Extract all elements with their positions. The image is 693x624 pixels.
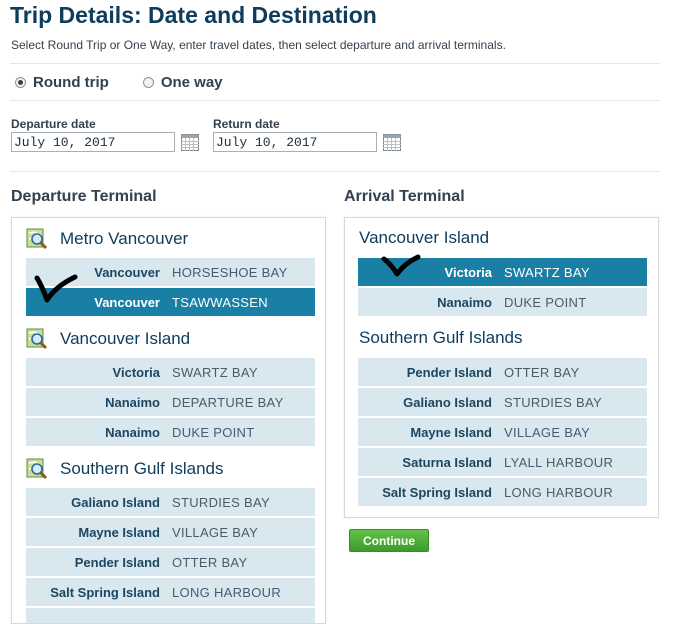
departure-terminal-title: Departure Terminal [11, 188, 157, 205]
terminal-name: LYALL HARBOUR [504, 454, 614, 470]
city-name: Mayne Island [78, 524, 160, 540]
departure-terminal-panel: Metro Vancouver Vancouver HORSESHOE BAY … [11, 217, 326, 624]
terminal-name: VILLAGE BAY [504, 424, 591, 440]
city-name: Mayne Island [410, 424, 492, 440]
terminal-row[interactable]: Galiano Island STURDIES BAY [26, 488, 315, 516]
terminal-name: DEPARTURE BAY [172, 394, 284, 410]
terminal-name: TSAWWASSEN [172, 294, 268, 310]
divider [10, 171, 660, 172]
group-header-vancouver-island: Vancouver Island [26, 328, 190, 350]
terminal-name: SWARTZ BAY [504, 264, 590, 280]
terminal-row[interactable]: Salt Spring Island LONG HARBOUR [26, 578, 315, 606]
one-way-label: One way [160, 74, 223, 91]
group-header-metro-vancouver: Metro Vancouver [26, 228, 188, 250]
terminal-name: SWARTZ BAY [172, 364, 258, 380]
city-name: Vancouver [94, 264, 160, 280]
departure-date-input[interactable] [11, 132, 175, 152]
terminal-row[interactable]: Saturna Island LYALL HARBOUR [358, 448, 647, 476]
city-name: Nanaimo [437, 294, 492, 310]
terminal-row-selected[interactable]: Victoria SWARTZ BAY [358, 258, 647, 286]
terminal-row-selected[interactable]: Vancouver TSAWWASSEN [26, 288, 315, 316]
map-search-icon [26, 328, 48, 350]
group-header-southern-gulf-islands: Southern Gulf Islands [26, 458, 223, 480]
map-search-icon [26, 458, 48, 480]
return-date-input[interactable] [213, 132, 377, 152]
city-name: Nanaimo [105, 394, 160, 410]
terminal-row[interactable]: Salt Spring Island LONG HARBOUR [358, 478, 647, 506]
calendar-icon[interactable] [383, 133, 401, 151]
radio-button-checked[interactable] [15, 77, 26, 88]
group-name: Metro Vancouver [60, 229, 189, 248]
city-name: Saturna Island [402, 454, 492, 470]
terminal-row[interactable]: Vancouver HORSESHOE BAY [26, 258, 315, 286]
group-name: Vancouver Island [359, 228, 490, 247]
terminal-name: LONG HARBOUR [172, 584, 282, 600]
terminal-row-partial[interactable] [26, 608, 315, 623]
page-subtitle: Select Round Trip or One Way, enter trav… [11, 38, 506, 52]
terminal-name: OTTER BAY [504, 364, 580, 380]
terminal-row[interactable]: Nanaimo DUKE POINT [358, 288, 647, 316]
terminal-name: STURDIES BAY [172, 494, 270, 510]
return-date-group: Return date [213, 117, 401, 152]
group-name: Vancouver Island [60, 329, 191, 348]
terminal-name: OTTER BAY [172, 554, 248, 570]
terminal-row[interactable]: Pender Island OTTER BAY [26, 548, 315, 576]
radio-button-unchecked[interactable] [142, 77, 154, 88]
terminal-name: STURDIES BAY [504, 394, 602, 410]
city-name: Galiano Island [71, 494, 160, 510]
city-name: Salt Spring Island [382, 484, 492, 500]
city-name: Vancouver [94, 294, 160, 310]
departure-date-label: Departure date [11, 117, 96, 131]
city-name: Salt Spring Island [50, 584, 160, 600]
terminal-name: HORSESHOE BAY [172, 264, 288, 280]
continue-button[interactable]: Continue [349, 529, 429, 552]
terminal-name: DUKE POINT [504, 294, 587, 310]
page-title: Trip Details: Date and Destination [10, 2, 377, 28]
terminal-row[interactable]: Nanaimo DEPARTURE BAY [26, 388, 315, 416]
terminal-row[interactable]: Mayne Island VILLAGE BAY [358, 418, 647, 446]
departure-date-group: Departure date [11, 117, 199, 152]
arrival-terminal-title: Arrival Terminal [344, 188, 465, 205]
calendar-icon[interactable] [181, 133, 199, 151]
city-name: Victoria [112, 364, 160, 380]
map-search-icon [26, 228, 48, 250]
terminal-row[interactable]: Pender Island OTTER BAY [358, 358, 647, 386]
city-name: Nanaimo [105, 424, 160, 440]
city-name: Victoria [444, 264, 492, 280]
city-name: Pender Island [74, 554, 160, 570]
terminal-name: VILLAGE BAY [172, 524, 259, 540]
group-name: Southern Gulf Islands [359, 328, 523, 347]
terminal-name: LONG HARBOUR [504, 484, 614, 500]
return-date-label: Return date [213, 117, 280, 131]
terminal-row[interactable]: Mayne Island VILLAGE BAY [26, 518, 315, 546]
group-header-vancouver-island: Vancouver Island [359, 228, 489, 248]
group-header-southern-gulf-islands: Southern Gulf Islands [359, 328, 522, 348]
arrival-terminal-panel: Vancouver Island Victoria SWARTZ BAY Nan… [344, 217, 659, 518]
terminal-name: DUKE POINT [172, 424, 255, 440]
terminal-row[interactable]: Victoria SWARTZ BAY [26, 358, 315, 386]
group-name: Southern Gulf Islands [60, 459, 224, 478]
one-way-radio[interactable]: One way [142, 74, 223, 91]
terminal-row[interactable]: Nanaimo DUKE POINT [26, 418, 315, 446]
divider [10, 100, 660, 101]
trip-type-selector: Round trip One way [15, 74, 257, 91]
round-trip-radio[interactable]: Round trip [15, 74, 109, 91]
divider [10, 63, 660, 64]
city-name: Galiano Island [403, 394, 492, 410]
terminal-row[interactable]: Galiano Island STURDIES BAY [358, 388, 647, 416]
city-name: Pender Island [406, 364, 492, 380]
round-trip-label: Round trip [33, 74, 109, 91]
